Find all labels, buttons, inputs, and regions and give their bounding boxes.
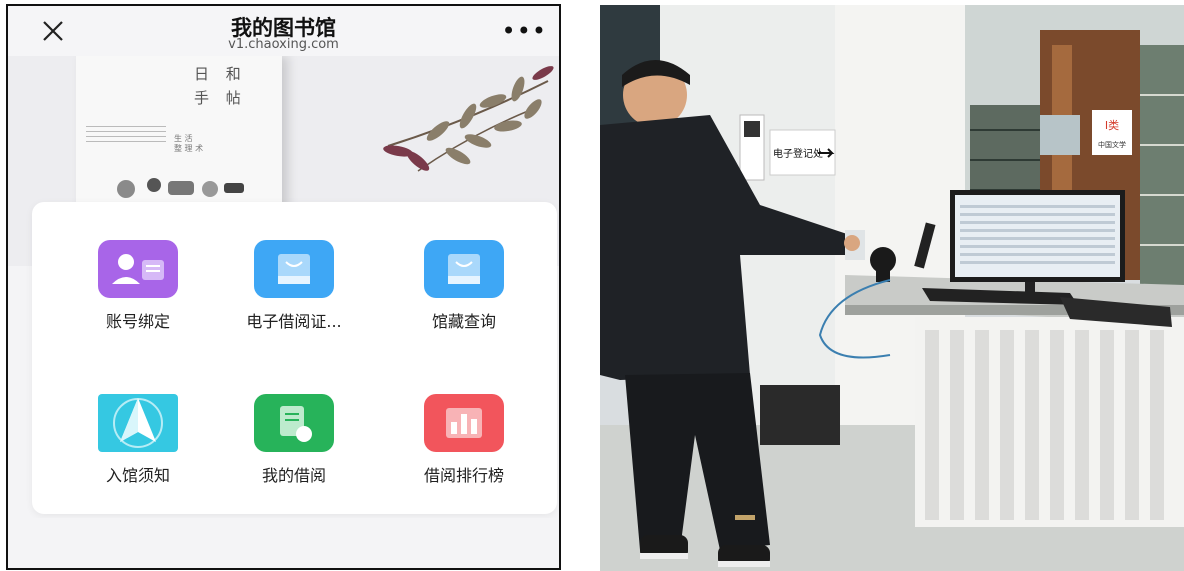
- entry-notice-icon: [98, 394, 178, 452]
- tile-my-borrow[interactable]: 我的借阅: [214, 394, 374, 494]
- leaf-branch-illustration: [383, 66, 554, 172]
- tile-collection-search[interactable]: 馆藏查询: [384, 240, 544, 340]
- e-card-icon: [254, 240, 334, 298]
- tile-label: 馆藏查询: [431, 312, 496, 331]
- book-title: 日 和 手 帖: [194, 65, 247, 107]
- page-bottom: [8, 518, 559, 568]
- book-subtitle: 生 活 整 理 术: [174, 134, 204, 153]
- book-illustration: [117, 178, 244, 198]
- mobile-library-screenshot: 我的图书馆 v1.chaoxing.com ••• 日 和 手 帖 生 活 整 …: [6, 4, 561, 570]
- function-grid-card: 账号绑定 电子借阅证... 馆藏查询 入馆须知 我的借阅 借阅排行榜: [32, 202, 557, 514]
- tile-entry-notice[interactable]: 入馆须知: [58, 394, 218, 494]
- tile-label: 入馆须知: [105, 466, 170, 485]
- tile-ranking[interactable]: 借阅排行榜: [384, 394, 544, 494]
- account-bind-icon: [98, 240, 178, 298]
- tile-e-card[interactable]: 电子借阅证...: [214, 240, 374, 340]
- tile-label: 账号绑定: [105, 312, 170, 331]
- registration-sign-text: 电子登记处: [773, 147, 823, 160]
- tile-label: 我的借阅: [261, 466, 326, 485]
- library-station-photo: I类 中国文学 电子登记处: [600, 5, 1184, 571]
- more-menu-button[interactable]: •••: [502, 19, 547, 43]
- tile-label: 电子借阅证...: [246, 312, 342, 331]
- shelf-label-class: I类: [1105, 118, 1119, 132]
- collection-search-icon: [424, 240, 504, 298]
- my-borrow-icon: [254, 394, 334, 452]
- top-bar: 我的图书馆 v1.chaoxing.com •••: [8, 6, 559, 56]
- ranking-icon: [424, 394, 504, 452]
- tile-label: 借阅排行榜: [423, 466, 504, 485]
- tile-account-bind[interactable]: 账号绑定: [58, 240, 218, 340]
- photo-illustration: I类 中国文学 电子登记处: [600, 5, 1184, 571]
- book-text-lines: [86, 126, 166, 142]
- shelf-label-subject: 中国文学: [1098, 140, 1126, 149]
- page-url: v1.chaoxing.com: [228, 37, 339, 52]
